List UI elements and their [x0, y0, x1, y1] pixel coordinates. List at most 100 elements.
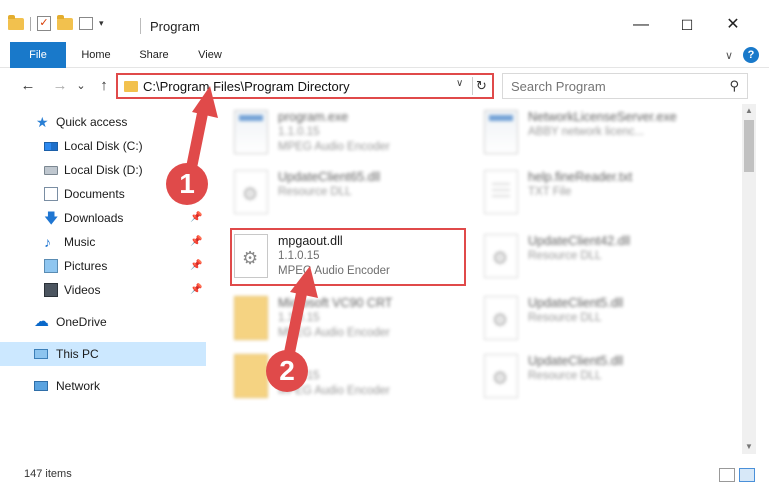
sidebar-item-quick-access[interactable]: ★ Quick access — [0, 110, 206, 134]
item-count: 147 items — [24, 468, 72, 480]
sidebar-item-downloads[interactable]: 🡇 Downloads 📌 — [0, 206, 206, 230]
file-item[interactable]: ⚙ UpdateClient5.dll Resource DLL — [464, 290, 704, 348]
document-icon — [44, 187, 58, 201]
pin-icon[interactable]: 📌 — [190, 206, 202, 230]
scroll-thumb[interactable] — [744, 120, 754, 172]
sidebar-item-label: Music — [64, 235, 96, 249]
help-icon[interactable]: ? — [743, 47, 759, 63]
scroll-down-icon[interactable]: ▼ — [742, 440, 756, 454]
sidebar-item-onedrive[interactable]: ☁ OneDrive — [0, 310, 206, 334]
address-bar[interactable]: C:\Program Files\Program Directory ∨ ↻ — [116, 73, 494, 99]
sidebar-item-pictures[interactable]: Pictures 📌 — [0, 254, 206, 278]
search-box[interactable]: ⚲ — [502, 73, 748, 99]
file-name: Microsoft VC90 CRT — [278, 296, 393, 310]
file-item[interactable]: ⚙ UpdateClient42.dll Resource DLL — [464, 228, 704, 286]
navigation-pane: ★ Quick access Local Disk (C:) Local Dis… — [0, 104, 206, 454]
pin-icon[interactable]: 📌 — [190, 230, 202, 254]
file-description: MPEG Audio Encoder — [278, 141, 390, 153]
sidebar-item-this-pc[interactable]: This PC — [0, 342, 206, 366]
tiles-view-icon[interactable] — [739, 468, 755, 482]
drive-icon — [44, 166, 58, 175]
properties-check-icon[interactable]: ✓ — [37, 16, 51, 31]
sidebar-item-music[interactable]: ♪ Music 📌 — [0, 230, 206, 254]
sidebar-item-label: Documents — [64, 187, 125, 201]
customize-dropdown-icon[interactable]: ▾ — [99, 18, 104, 29]
divider — [30, 16, 31, 31]
expand-ribbon-icon[interactable]: ∨ — [725, 49, 733, 62]
dll-file-icon: ⚙ — [484, 234, 518, 278]
exe-file-icon — [484, 110, 518, 154]
gear-icon: ⚙ — [242, 184, 259, 204]
maximize-button[interactable]: ☐ — [672, 12, 702, 38]
details-view-icon[interactable] — [719, 468, 735, 482]
file-item[interactable]: ⚙ UpdateClient65.dll Resource DLL — [214, 164, 454, 222]
recent-locations-icon[interactable]: ⌄ — [74, 75, 88, 97]
file-item[interactable]: ⚙ UpdateClient5.dll Resource DLL — [464, 348, 704, 406]
exe-file-icon — [234, 110, 268, 154]
tab-share[interactable]: Share — [130, 42, 178, 68]
search-input[interactable] — [511, 75, 721, 97]
address-path[interactable]: C:\Program Files\Program Directory — [143, 79, 350, 94]
file-type: Resource DLL — [528, 250, 602, 262]
file-name: UpdateClient65.dll — [278, 170, 381, 184]
back-button[interactable]: ← — [18, 75, 38, 97]
address-dropdown-icon[interactable]: ∨ — [456, 78, 463, 89]
step-1-badge: 1 — [166, 163, 208, 205]
properties-icon[interactable] — [79, 17, 93, 30]
sidebar-item-label: Videos — [64, 283, 101, 297]
refresh-icon[interactable]: ↻ — [472, 77, 490, 95]
forward-button[interactable]: → — [50, 75, 70, 97]
file-name: help.fineReader.txt — [528, 170, 633, 184]
file-item[interactable]: NetworkLicenseServer.exe ABBY network li… — [464, 104, 704, 162]
ribbon: File Home Share View ∨ ? — [0, 42, 769, 68]
sidebar-item-network[interactable]: Network — [0, 374, 206, 398]
folder-icon[interactable] — [8, 14, 24, 30]
text-file-icon — [484, 170, 518, 214]
scroll-up-icon[interactable]: ▲ — [742, 104, 756, 118]
file-name: UpdateClient5.dll — [528, 296, 624, 310]
file-name: NetworkLicenseServer.exe — [528, 110, 677, 124]
folder-item[interactable]: 1.1.0.15 MPEG Audio Encoder — [214, 348, 454, 406]
minimize-button[interactable]: — — [626, 12, 656, 38]
file-version: 1.1.0.15 — [278, 312, 320, 324]
window-title: Program — [150, 19, 200, 34]
tab-home[interactable]: Home — [72, 42, 120, 68]
sidebar-item-videos[interactable]: Videos 📌 — [0, 278, 206, 302]
file-name: UpdateClient42.dll — [528, 234, 631, 248]
folder-icon — [124, 81, 138, 92]
file-item[interactable]: help.fineReader.txt TXT File — [464, 164, 704, 222]
sidebar-item-label: This PC — [56, 347, 99, 361]
tab-file[interactable]: File — [10, 42, 66, 68]
folder-item[interactable]: Microsoft VC90 CRT 1.1.0.15 MPEG Audio E… — [214, 290, 454, 348]
address-row: ← → ⌄ ↑ C:\Program Files\Program Directo… — [0, 70, 769, 102]
file-type: Resource DLL — [528, 312, 602, 324]
dll-file-icon: ⚙ — [234, 170, 268, 214]
up-button[interactable]: ↑ — [94, 75, 114, 97]
tab-view[interactable]: View — [188, 42, 232, 68]
step-2-badge: 2 — [266, 350, 308, 392]
pin-icon[interactable]: 📌 — [190, 278, 202, 302]
file-list: program.exe 1.1.0.15 MPEG Audio Encoder … — [214, 104, 742, 454]
file-type: TXT File — [528, 186, 572, 198]
sidebar-item-label: Local Disk (D:) — [64, 163, 143, 177]
gear-icon: ⚙ — [492, 368, 509, 388]
cloud-icon: ☁ — [34, 313, 49, 330]
sidebar-item-label: Quick access — [56, 115, 128, 129]
close-button[interactable]: ✕ — [718, 12, 748, 38]
file-version: 1.1.0.15 — [278, 126, 320, 138]
gear-icon: ⚙ — [492, 248, 509, 268]
sidebar-item-label: Downloads — [64, 211, 124, 225]
pin-icon[interactable]: 📌 — [190, 254, 202, 278]
gear-icon: ⚙ — [492, 310, 509, 330]
sidebar-item-local-disk-c[interactable]: Local Disk (C:) — [0, 134, 206, 158]
file-item[interactable]: program.exe 1.1.0.15 MPEG Audio Encoder — [214, 104, 454, 162]
drive-icon — [44, 142, 58, 151]
dll-file-icon: ⚙ — [484, 296, 518, 340]
search-icon[interactable]: ⚲ — [729, 78, 739, 94]
new-folder-icon[interactable] — [57, 14, 73, 30]
computer-icon — [34, 349, 48, 359]
star-icon: ★ — [36, 114, 49, 130]
folder-icon — [234, 354, 268, 398]
vertical-scrollbar[interactable]: ▲ ▼ — [742, 104, 756, 454]
title-bar: ✓ ▾ Program — ☐ ✕ — [0, 0, 769, 40]
